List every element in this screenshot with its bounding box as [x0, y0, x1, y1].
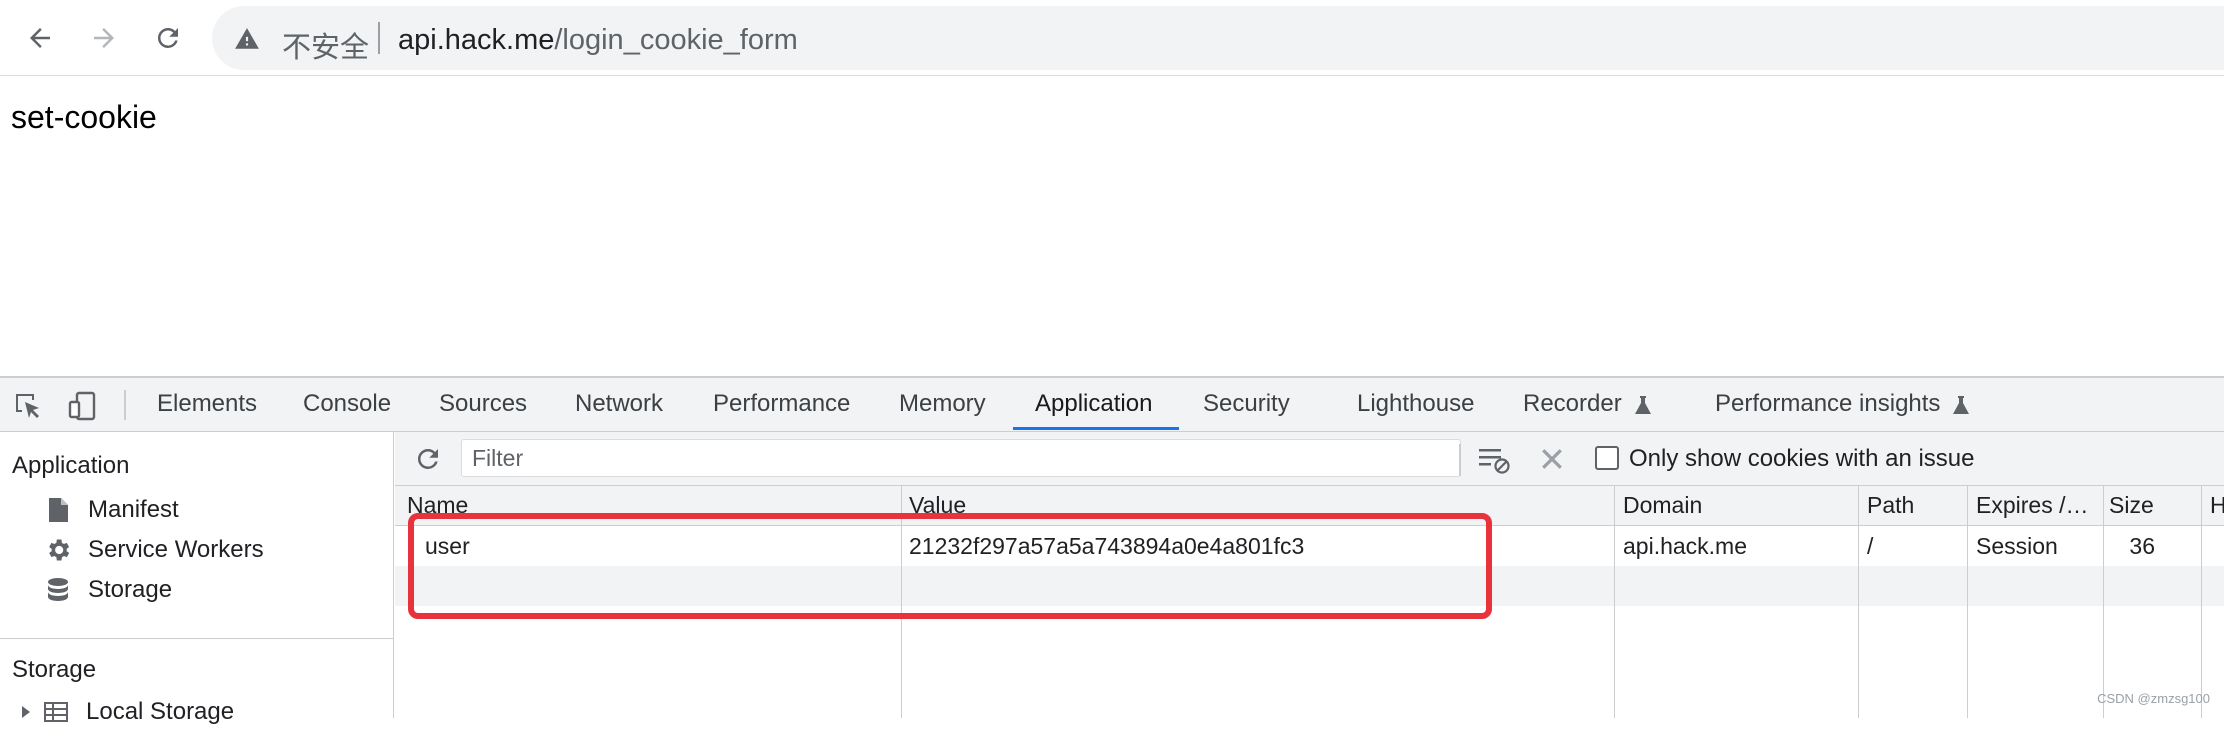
column-header-name[interactable]: Name [407, 486, 737, 526]
table-row-empty [395, 566, 2224, 606]
toolbar-divider [1459, 444, 1461, 476]
sidebar-item-service-workers[interactable]: Service Workers [44, 532, 264, 568]
sidebar-item-storage[interactable]: Storage [44, 572, 172, 608]
column-header-httponly[interactable]: H [2210, 486, 2224, 526]
devtools-panel: Elements Console Sources Network Perform… [0, 376, 2224, 725]
table-row[interactable]: user 21232f297a57a5a743894a0e4a801fc3 ap… [395, 526, 2224, 566]
url-host: api.hack.me [398, 24, 555, 56]
cookie-path-cell: / [1867, 533, 1874, 559]
url-path: /login_cookie_form [554, 24, 798, 56]
device-toolbar-icon[interactable] [66, 390, 98, 422]
tab-console[interactable]: Console [281, 378, 413, 430]
tab-performance[interactable]: Performance [691, 378, 872, 430]
security-status-label[interactable]: 不安全 [282, 24, 369, 66]
cookies-toolbar: Only show cookies with an issue [395, 432, 2224, 486]
devtools-tab-bar: Elements Console Sources Network Perform… [0, 378, 2224, 432]
column-divider[interactable] [1614, 486, 1615, 718]
document-icon [49, 498, 68, 522]
cookie-domain-cell: api.hack.me [1623, 533, 1748, 559]
sidebar-item-label: Storage [88, 576, 173, 603]
arrow-right-icon [94, 28, 114, 48]
reload-button[interactable] [146, 16, 190, 60]
tab-elements[interactable]: Elements [135, 378, 279, 430]
reload-icon [157, 27, 178, 48]
expand-triangle-icon[interactable] [20, 705, 32, 719]
sidebar-item-manifest[interactable]: Manifest [44, 492, 179, 528]
experiment-flask-icon [1634, 395, 1651, 414]
sidebar-item-label: Local Storage [86, 698, 235, 725]
cookie-name-cell: user [425, 533, 470, 559]
cookies-panel: Only show cookies with an issue Name Val… [395, 432, 2224, 718]
url-text[interactable]: api.hack.me/login_cookie_form [398, 24, 798, 57]
sidebar-heading-application[interactable]: Application [12, 452, 129, 480]
cookies-table: Name Value Domain Path Expires /… Size H… [395, 486, 2224, 718]
close-icon[interactable] [1537, 444, 1567, 474]
column-header-domain[interactable]: Domain [1623, 486, 1858, 526]
tab-lighthouse[interactable]: Lighthouse [1335, 378, 1496, 430]
clear-filtered-cookies-icon[interactable] [1477, 444, 1511, 474]
sidebar-item-local-storage[interactable]: Local Storage [20, 694, 234, 730]
omnibox-divider [378, 22, 380, 54]
column-header-path[interactable]: Path [1867, 486, 1962, 526]
sidebar-item-label: Service Workers [88, 536, 264, 563]
column-divider[interactable] [1858, 486, 1859, 718]
browser-toolbar: 不安全 api.hack.me/login_cookie_form [0, 0, 2224, 76]
column-header-expires[interactable]: Expires /… [1976, 486, 2096, 526]
sidebar-divider [0, 638, 394, 639]
tab-network[interactable]: Network [553, 378, 685, 430]
cookie-value-cell: 21232f297a57a5a743894a0e4a801fc3 [909, 533, 1305, 559]
database-icon [48, 578, 68, 601]
filter-input[interactable] [461, 439, 1461, 477]
only-issues-label[interactable]: Only show cookies with an issue [1629, 445, 1975, 473]
back-button[interactable] [18, 16, 62, 60]
application-sidebar: Application Manifest Service Workers Sto… [0, 432, 394, 725]
tab-performance-insights[interactable]: Performance insights [1693, 378, 1992, 430]
tab-recorder-label: Recorder [1523, 390, 1622, 417]
watermark: CSDN @zmzsg100 [2097, 691, 2210, 706]
sidebar-heading-storage[interactable]: Storage [12, 656, 96, 684]
experiment-flask-icon [1953, 395, 1970, 414]
column-divider[interactable] [1967, 486, 1968, 718]
page-text: set-cookie [11, 99, 157, 135]
column-divider[interactable] [901, 486, 902, 718]
address-bar[interactable]: 不安全 api.hack.me/login_cookie_form [212, 6, 2224, 70]
tab-performance-insights-label: Performance insights [1715, 390, 1941, 417]
tab-application[interactable]: Application [1013, 378, 1179, 430]
column-divider[interactable] [2201, 486, 2202, 718]
grid-icon [44, 702, 68, 722]
refresh-icon[interactable] [413, 444, 443, 474]
warning-icon [235, 28, 259, 49]
tab-memory[interactable]: Memory [877, 378, 1008, 430]
gear-icon [49, 539, 70, 561]
arrow-left-icon [30, 28, 50, 48]
sidebar-item-label: Manifest [88, 496, 179, 523]
tab-recorder[interactable]: Recorder [1501, 378, 1674, 430]
page-content: set-cookie [0, 77, 2224, 376]
only-issues-checkbox[interactable] [1595, 446, 1619, 470]
tab-security[interactable]: Security [1181, 378, 1312, 430]
column-divider[interactable] [2103, 486, 2104, 718]
column-header-size[interactable]: Size [2109, 486, 2169, 526]
inspect-element-icon[interactable] [12, 390, 44, 422]
tab-bar-divider [124, 390, 126, 420]
cookie-expires-cell: Session [1976, 533, 2058, 559]
table-header: Name Value Domain Path Expires /… Size H [395, 486, 2224, 526]
forward-button[interactable] [82, 16, 126, 60]
column-header-value[interactable]: Value [909, 486, 1399, 526]
tab-sources[interactable]: Sources [417, 378, 549, 430]
cookie-size-cell: 36 [2129, 533, 2155, 559]
